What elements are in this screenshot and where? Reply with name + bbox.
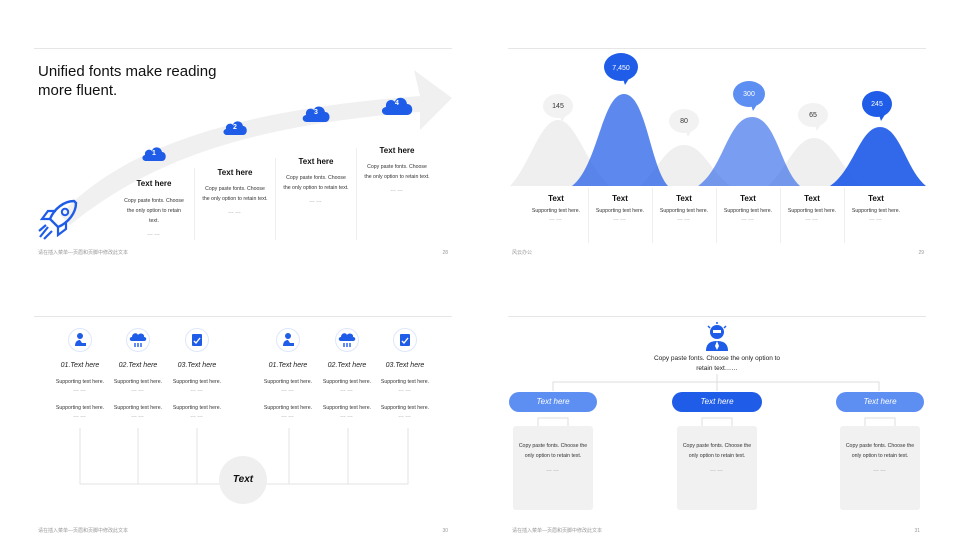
step-column: Text here Copy paste fonts. Choose the o… xyxy=(195,168,275,215)
stat-title: Text xyxy=(740,194,756,203)
step-number: 4 xyxy=(395,100,399,107)
branch-pill: Text here xyxy=(672,392,762,412)
stat-column: Text Supporting text here. …… xyxy=(780,194,844,222)
step-body: Copy paste fonts. Choose the only option… xyxy=(364,164,430,180)
step-column: Text here Copy paste fonts. Choose the o… xyxy=(276,157,356,204)
step-body: Copy paste fonts. Choose the only option… xyxy=(124,198,184,224)
stat-sub: Supporting text here. xyxy=(851,208,901,214)
stat-title: Text xyxy=(868,194,884,203)
branch-body: Copy paste fonts. Choose the only option… xyxy=(518,443,588,459)
step-number: 3 xyxy=(314,109,318,116)
step-title: Text here xyxy=(298,157,334,166)
branch-body: Copy paste fonts. Choose the only option… xyxy=(682,443,752,459)
branch-pill: Text here xyxy=(509,392,597,412)
value-label: 65 xyxy=(809,112,817,119)
stat-dots: …… xyxy=(805,216,819,222)
value-label: 245 xyxy=(871,101,883,108)
slide-footer: 风云办公 xyxy=(512,250,533,256)
stat-title: Text xyxy=(548,194,564,203)
slide-footer: 请在插入菜单—页眉和页脚中修改此文本 xyxy=(38,528,129,534)
stat-sub: Supporting text here. xyxy=(531,208,581,214)
step-body: Copy paste fonts. Choose the only option… xyxy=(283,175,349,191)
step-dots: …… xyxy=(390,187,404,193)
stat-title: Text xyxy=(804,194,820,203)
branch-card: Copy paste fonts. Choose the only option… xyxy=(840,426,920,510)
stat-sub: Supporting text here. xyxy=(659,208,709,214)
step-column: Text here Copy paste fonts. Choose the o… xyxy=(114,179,194,237)
step-number: 1 xyxy=(152,150,156,157)
stat-sub: Supporting text here. xyxy=(723,208,773,214)
value-label: 7,450 xyxy=(612,65,630,72)
branch-body: Copy paste fonts. Choose the only option… xyxy=(845,443,915,459)
stat-column: Text Supporting text here. …… xyxy=(844,194,908,222)
page-number: 31 xyxy=(914,528,920,534)
step-dots: …… xyxy=(228,209,242,215)
step-number: 2 xyxy=(233,124,237,131)
branch-card: Copy paste fonts. Choose the only option… xyxy=(677,426,757,510)
value-shape-6 xyxy=(830,127,926,186)
branch-dots: …… xyxy=(546,467,560,473)
stat-title: Text xyxy=(676,194,692,203)
value-shape-4 xyxy=(698,117,800,186)
value-label: 145 xyxy=(552,103,564,110)
rocket-icon xyxy=(38,199,78,240)
stat-column: Text Supporting text here. …… xyxy=(652,194,716,222)
connector-lines xyxy=(79,428,409,485)
branch-pill: Text here xyxy=(836,392,924,412)
value-label: 80 xyxy=(680,118,688,125)
step-title: Text here xyxy=(379,146,415,155)
page-number: 30 xyxy=(442,528,448,534)
value-label: 300 xyxy=(743,91,755,98)
slide-31: Copy paste fonts. Choose the only option… xyxy=(490,278,960,546)
page-number: 28 xyxy=(442,250,448,256)
stat-title: Text xyxy=(612,194,628,203)
branch-dots: …… xyxy=(873,467,887,473)
stat-dots: …… xyxy=(549,216,563,222)
stat-column: Text Supporting text here. …… xyxy=(588,194,652,222)
page-number: 29 xyxy=(918,250,924,256)
slide-footer: 请在插入菜单—页眉和页脚中修改此文本 xyxy=(512,528,603,534)
branch-dots: …… xyxy=(710,467,724,473)
step-body: Copy paste fonts. Choose the only option… xyxy=(202,186,268,202)
stat-sub: Supporting text here. xyxy=(595,208,645,214)
step-dots: …… xyxy=(147,231,161,237)
stat-sub: Supporting text here. xyxy=(787,208,837,214)
slide-30: 01.Text here Supporting text here. …… Su… xyxy=(0,278,470,546)
value-shape-2 xyxy=(572,94,668,186)
stat-dots: …… xyxy=(869,216,883,222)
center-hub: Text xyxy=(219,456,267,504)
stat-column: Text Supporting text here. …… xyxy=(716,194,780,222)
slide-29: 145 7,450 80 300 65 245 Text Supporting … xyxy=(490,0,960,268)
stat-column: Text Supporting text here. …… xyxy=(524,194,588,222)
step-title: Text here xyxy=(217,168,253,177)
branch-card: Copy paste fonts. Choose the only option… xyxy=(513,426,593,510)
step-column: Text here Copy paste fonts. Choose the o… xyxy=(357,146,437,193)
stat-dots: …… xyxy=(741,216,755,222)
mountain-shapes xyxy=(510,94,926,186)
slide-28: Unified fonts make reading more fluent. … xyxy=(0,0,470,268)
slide-footer: 请在插入菜单—页眉和页脚中修改此文本 xyxy=(38,250,129,256)
stat-dots: …… xyxy=(677,216,691,222)
step-dots: …… xyxy=(309,198,323,204)
stat-dots: …… xyxy=(613,216,627,222)
step-title: Text here xyxy=(136,179,172,188)
